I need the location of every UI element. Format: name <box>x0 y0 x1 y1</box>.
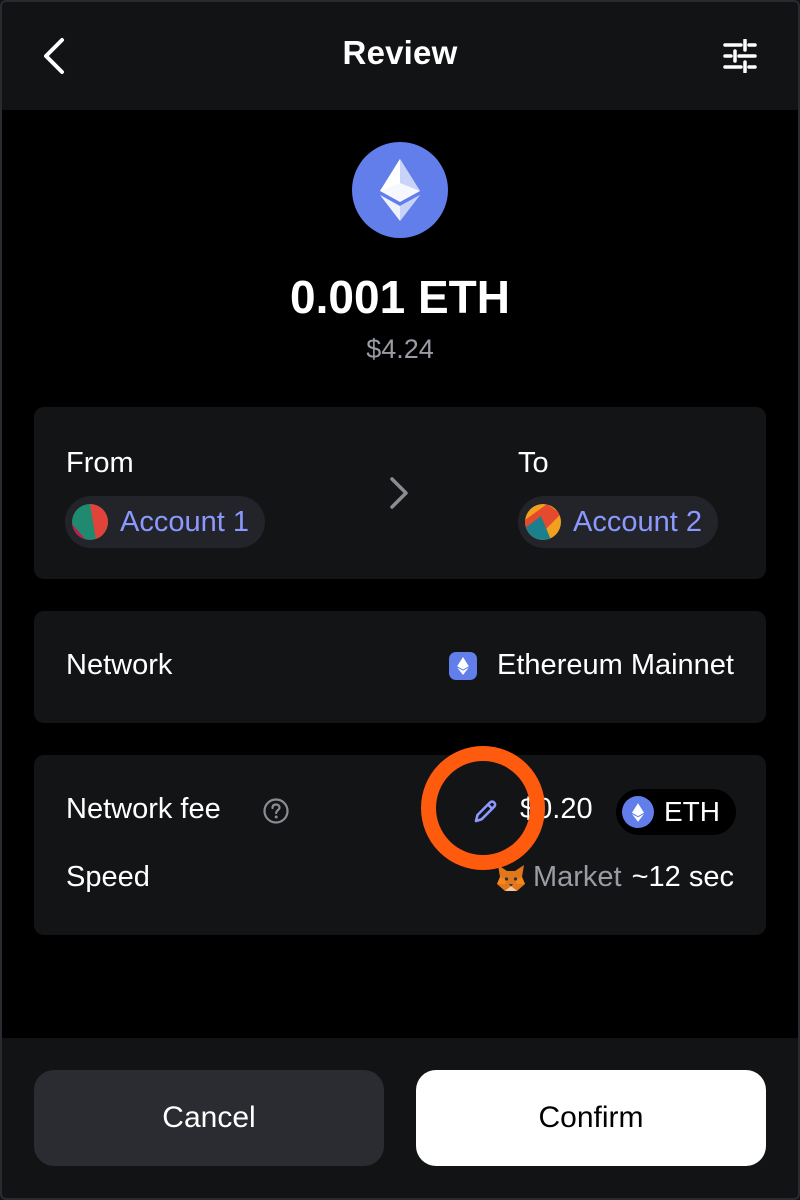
fee-card: Network fee $0.20 ETH Speed Market ~12 s… <box>34 755 766 935</box>
cancel-button[interactable]: Cancel <box>34 1070 384 1166</box>
chevron-right-icon <box>390 477 408 509</box>
ethereum-icon <box>380 159 420 221</box>
network-fee-label: Network fee <box>66 793 221 825</box>
network-name: Ethereum Mainnet <box>497 649 734 681</box>
fee-currency-pill: ETH <box>616 789 736 835</box>
help-circle-icon[interactable] <box>262 797 290 825</box>
account-1-avatar-icon <box>72 504 108 540</box>
accounts-card: From Account 1 To Account 2 <box>34 407 766 579</box>
from-label: From <box>66 447 134 479</box>
fee-currency: ETH <box>664 796 720 827</box>
from-account-pill[interactable]: Account 1 <box>65 496 265 548</box>
to-account-pill[interactable]: Account 2 <box>518 496 718 548</box>
page-title: Review <box>342 34 458 71</box>
from-account-name: Account 1 <box>120 505 249 538</box>
confirm-button[interactable]: Confirm <box>416 1070 766 1166</box>
pencil-edit-icon[interactable] <box>470 797 500 827</box>
speed-label: Speed <box>66 861 150 893</box>
header-bar: Review <box>0 0 800 110</box>
token-amount: 0.001 ETH <box>290 271 510 323</box>
network-fee-value: $0.20 <box>520 793 593 825</box>
network-value: Ethereum Mainnet <box>449 649 734 682</box>
ethereum-small-icon <box>622 796 654 828</box>
speed-time: ~12 sec <box>631 861 734 893</box>
settings-button[interactable] <box>718 34 762 78</box>
account-2-avatar-icon <box>525 504 561 540</box>
sliders-icon <box>723 39 757 73</box>
to-account-name: Account 2 <box>573 505 702 538</box>
footer-actions: Cancel Confirm <box>0 1038 800 1200</box>
network-card: Network Ethereum Mainnet <box>34 611 766 723</box>
ethereum-network-icon <box>449 651 478 680</box>
speed-value: Market ~12 sec <box>495 861 734 894</box>
ethereum-token-icon <box>352 142 448 238</box>
speed-market: Market <box>532 861 622 893</box>
fiat-amount: $4.24 <box>366 334 434 364</box>
to-label: To <box>518 447 549 479</box>
network-label: Network <box>66 649 173 681</box>
fox-icon <box>496 864 525 891</box>
